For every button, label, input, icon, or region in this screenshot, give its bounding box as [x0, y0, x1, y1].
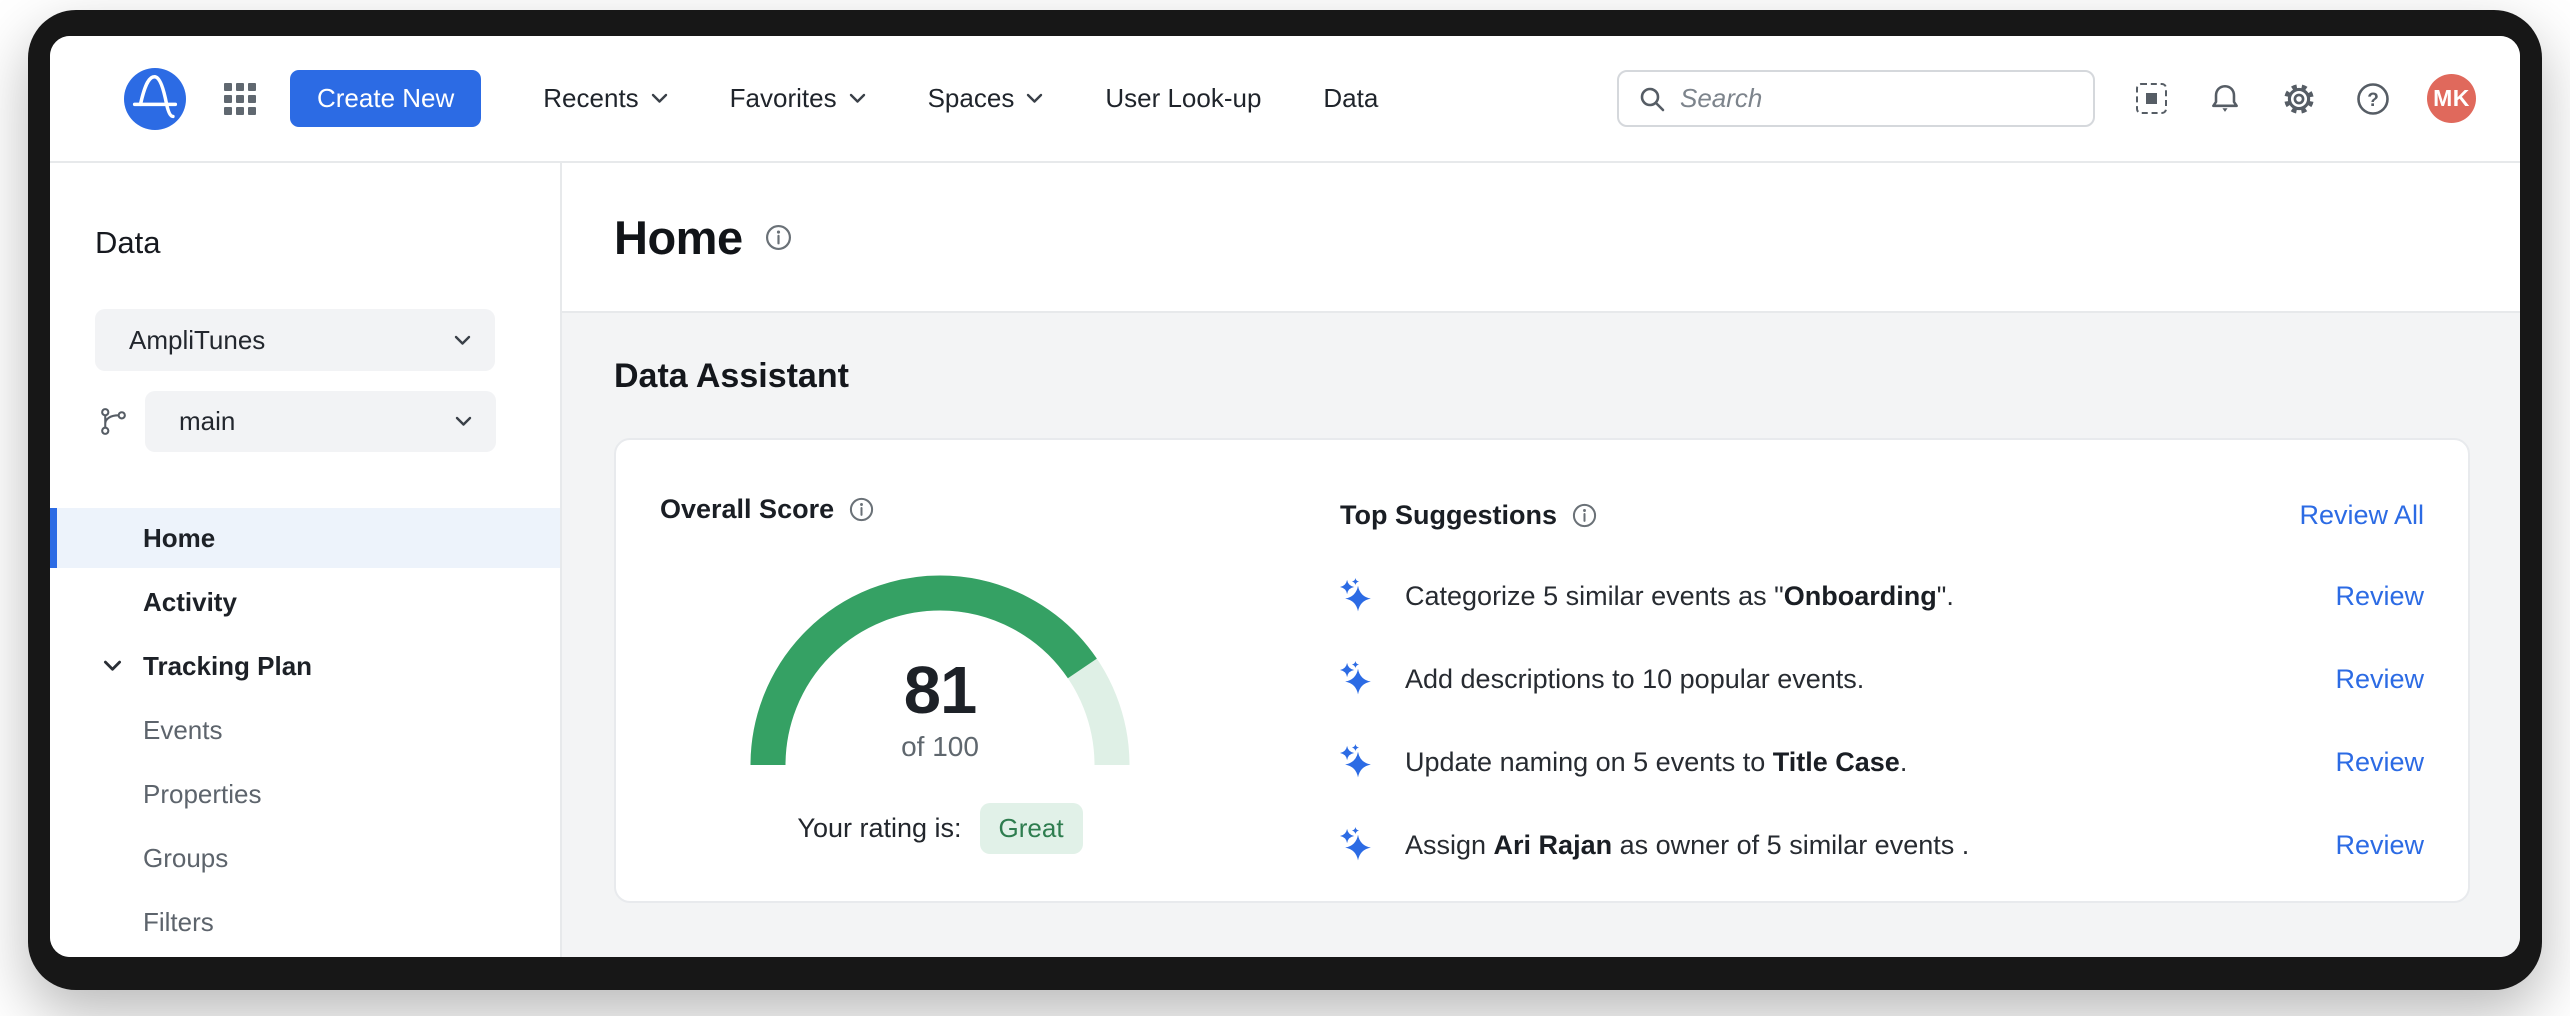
amplitude-logo-icon[interactable] [124, 68, 186, 130]
sidebar-title: Data [95, 225, 560, 261]
sidebar-item-activity-label: Activity [143, 587, 237, 618]
suggestion-row-1: Categorize 5 similar events as "Onboardi… [1340, 578, 2424, 614]
sidebar-item-tracking-plan-label: Tracking Plan [143, 651, 312, 682]
project-selector-value: AmpliTunes [129, 325, 265, 356]
sidebar-item-properties[interactable]: Properties [50, 764, 560, 824]
search-box[interactable] [1617, 70, 2095, 127]
sidebar-item-groups-label: Groups [143, 843, 228, 874]
sidebar-item-events-label: Events [143, 715, 223, 746]
review-link[interactable]: Review [2305, 581, 2424, 612]
sidebar-item-home[interactable]: Home [50, 508, 560, 568]
nav-favorites-label: Favorites [730, 83, 837, 114]
nav-user-lookup-label: User Look-up [1105, 83, 1261, 114]
page-title: Home [614, 210, 743, 265]
chevron-down-icon [849, 93, 866, 104]
info-icon[interactable] [1572, 503, 1597, 528]
window-frame: Create New Recents Favorites Spaces User… [28, 10, 2542, 990]
top-suggestions-panel: Top Suggestions Review All [1340, 494, 2424, 901]
section-title: Data Assistant [614, 357, 2470, 396]
apps-grid-icon[interactable] [224, 83, 256, 115]
suggestions-header: Top Suggestions Review All [1340, 500, 2424, 531]
chevron-down-icon [1026, 93, 1043, 104]
nav-data[interactable]: Data [1323, 83, 1378, 114]
sidebar: Data AmpliTunes main [50, 163, 562, 957]
review-link[interactable]: Review [2305, 830, 2424, 861]
user-avatar[interactable]: MK [2427, 74, 2476, 123]
sidebar-item-home-label: Home [143, 523, 215, 554]
branch-selector-value: main [179, 406, 235, 437]
search-input[interactable] [1680, 83, 2075, 114]
page-header: Home [562, 163, 2520, 313]
rating-prefix: Your rating is: [797, 813, 961, 844]
overall-score-panel: Overall Score [660, 494, 1220, 901]
git-branch-icon [98, 405, 129, 438]
score-value: 81 [730, 657, 1150, 724]
svg-text:?: ? [2367, 90, 2379, 111]
nav-recents-label: Recents [543, 83, 638, 114]
info-icon[interactable] [849, 497, 874, 522]
product-select-icon[interactable] [2133, 81, 2169, 117]
chevron-down-icon [454, 335, 471, 346]
suggestion-text: Add descriptions to 10 popular events. [1405, 664, 1864, 695]
sidebar-item-filters[interactable]: Filters [50, 892, 560, 952]
overall-score-label: Overall Score [660, 494, 834, 525]
sparkle-icon [1340, 744, 1376, 780]
data-assistant-card: Overall Score [614, 438, 2470, 903]
sidebar-item-filters-label: Filters [143, 907, 214, 938]
chevron-down-icon [651, 93, 668, 104]
nav-data-label: Data [1323, 83, 1378, 114]
sparkle-icon [1340, 661, 1376, 697]
main-content: Home Data Assistant Overall Score [562, 163, 2520, 957]
suggestion-row-4: Assign Ari Rajan as owner of 5 similar e… [1340, 827, 2424, 863]
nav-spaces[interactable]: Spaces [928, 83, 1044, 114]
chevron-down-icon [455, 416, 472, 427]
branch-selector[interactable]: main [145, 391, 496, 452]
sidebar-item-tracking-plan[interactable]: Tracking Plan [50, 636, 560, 696]
suggestion-text: Assign Ari Rajan as owner of 5 similar e… [1405, 830, 1969, 861]
score-gauge: 81 of 100 [730, 553, 1150, 783]
review-all-link[interactable]: Review All [2299, 500, 2424, 531]
sidebar-item-properties-label: Properties [143, 779, 262, 810]
sparkle-icon [1340, 827, 1376, 863]
rating-row: Your rating is: Great [797, 803, 1082, 854]
data-assistant-section: Data Assistant Overall Score [562, 313, 2520, 903]
chevron-down-icon [103, 660, 122, 672]
info-icon[interactable] [765, 224, 792, 251]
suggestion-text: Categorize 5 similar events as "Onboardi… [1405, 581, 1954, 612]
branch-row: main [98, 391, 560, 452]
review-link[interactable]: Review [2305, 747, 2424, 778]
top-navbar: Create New Recents Favorites Spaces User… [50, 36, 2520, 163]
nav-favorites[interactable]: Favorites [730, 83, 866, 114]
nav-recents[interactable]: Recents [543, 83, 667, 114]
sparkle-icon [1340, 578, 1376, 614]
suggestion-text: Update naming on 5 events to Title Case. [1405, 747, 1907, 778]
suggestion-row-3: Update naming on 5 events to Title Case.… [1340, 744, 2424, 780]
create-new-button[interactable]: Create New [290, 70, 481, 127]
help-icon[interactable]: ? [2355, 81, 2391, 117]
app-body: Data AmpliTunes main [50, 163, 2520, 957]
settings-gear-icon[interactable] [2281, 81, 2317, 117]
sidebar-item-activity[interactable]: Activity [50, 572, 560, 632]
sidebar-item-events[interactable]: Events [50, 700, 560, 760]
search-icon [1637, 84, 1667, 114]
project-selector[interactable]: AmpliTunes [95, 309, 495, 371]
app-window: Create New Recents Favorites Spaces User… [50, 36, 2520, 957]
sidebar-nav: Home Activity Tracking Plan Events Prope… [50, 508, 560, 952]
rating-badge: Great [980, 803, 1083, 854]
nav-spaces-label: Spaces [928, 83, 1015, 114]
top-suggestions-label: Top Suggestions [1340, 500, 1557, 531]
score-max-label: of 100 [730, 731, 1150, 763]
nav-user-lookup[interactable]: User Look-up [1105, 83, 1261, 114]
review-link[interactable]: Review [2305, 664, 2424, 695]
suggestion-row-2: Add descriptions to 10 popular events. R… [1340, 661, 2424, 697]
sidebar-item-groups[interactable]: Groups [50, 828, 560, 888]
notifications-bell-icon[interactable] [2207, 81, 2243, 117]
